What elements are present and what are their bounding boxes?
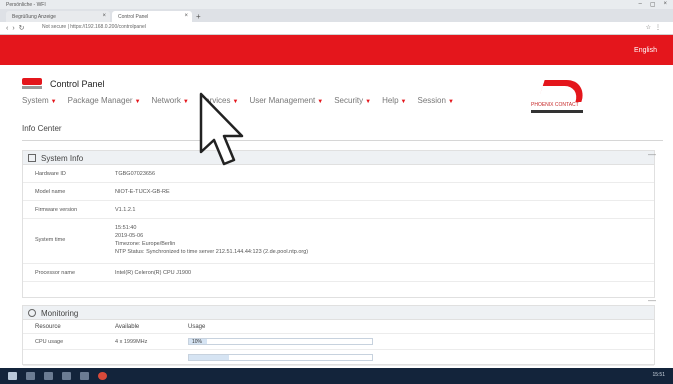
row-value: V1.1.2.1 <box>115 207 136 213</box>
browser-tab-bar: Begrüßung Anzeige × Control Panel × + <box>0 9 673 22</box>
divider <box>22 140 663 141</box>
caret-down-icon: ▼ <box>50 99 57 105</box>
menu-item-system[interactable]: System ▼ <box>22 96 57 105</box>
store-icon[interactable] <box>80 372 89 380</box>
menu-item-help[interactable]: Help ▼ <box>382 96 406 105</box>
monitoring-panel: Monitoring Resource Available Usage CPU … <box>22 305 655 366</box>
mouse-cursor-icon <box>199 92 244 166</box>
phoenix-contact-logo: PHOENIX CONTACT <box>531 80 591 120</box>
column-header: Available <box>115 324 140 330</box>
address-bar-row: ‹›↻ Not secure | https://192.168.0.200/c… <box>0 22 673 35</box>
menu-item-security[interactable]: Security ▼ <box>334 96 371 105</box>
table-row: Firmware version V1.1.2.1 <box>23 201 654 219</box>
browser-tab-1[interactable]: Begrüßung Anzeige × <box>6 11 110 22</box>
window-controls: – ▢ × <box>638 1 667 8</box>
tab-close-icon[interactable]: × <box>102 13 106 19</box>
row-label: Model name <box>35 189 66 195</box>
page-title: Info Center <box>22 124 62 133</box>
caret-down-icon: ▼ <box>317 99 324 105</box>
caret-down-icon: ▼ <box>365 99 372 105</box>
usage-bar <box>188 354 373 361</box>
windows-start-icon[interactable] <box>8 372 17 380</box>
menu-item-package-manager[interactable]: Package Manager ▼ <box>68 96 141 105</box>
resource-label: CPU usage <box>35 339 64 345</box>
app-title: Control Panel <box>50 79 105 89</box>
collapse-icon[interactable]: — <box>648 296 656 305</box>
tab-label: Control Panel <box>118 14 149 20</box>
list-icon <box>28 154 36 162</box>
taskbar-icons <box>8 372 107 380</box>
row-label: System time <box>35 237 66 243</box>
row-label: Processor name <box>35 270 76 276</box>
table-row: Processor name Intel(R) Celeron(R) CPU J… <box>23 264 654 282</box>
menu-item-network[interactable]: Network ▼ <box>152 96 189 105</box>
usage-bar: 10% <box>188 338 373 345</box>
system-info-panel: System Info Hardware ID TGBG07023656 Mod… <box>22 150 655 298</box>
row-label: Hardware ID <box>35 171 66 177</box>
maximize-icon[interactable]: ▢ <box>650 1 656 8</box>
row-value: NIOT-E-TIJCX-GB-RE <box>115 189 170 195</box>
collapse-icon[interactable]: — <box>648 150 656 159</box>
menu-item-session[interactable]: Session ▼ <box>417 96 453 105</box>
table-row: Hardware ID TGBG07023656 <box>23 165 654 183</box>
task-view-icon[interactable] <box>44 372 53 380</box>
os-title-bar: Persönliche - WFI – ▢ × <box>0 0 673 9</box>
usage-bar-fill <box>189 355 230 360</box>
table-row: Model name NIOT-E-TIJCX-GB-RE <box>23 183 654 201</box>
table-row <box>23 350 654 366</box>
address-field[interactable]: Not secure | https://192.168.0.200/contr… <box>42 24 602 33</box>
browser-menu-icons[interactable]: ☆⋮ <box>646 24 665 31</box>
panel-title: Monitoring <box>41 309 79 318</box>
table-row: CPU usage 4 x 1999MHz 10% <box>23 334 654 350</box>
panel-header[interactable]: System Info <box>23 151 654 165</box>
close-icon[interactable]: × <box>663 1 667 8</box>
tab-label: Begrüßung Anzeige <box>12 14 56 20</box>
caret-down-icon: ▼ <box>182 99 189 105</box>
available-value: 4 x 1999MHz <box>115 339 148 345</box>
file-explorer-icon[interactable] <box>62 372 71 380</box>
table-header: Resource Available Usage <box>23 320 654 334</box>
taskbar: 15:51 <box>0 368 673 384</box>
caret-down-icon: ▼ <box>447 99 454 105</box>
nav-buttons[interactable]: ‹›↻ <box>6 24 29 32</box>
panel-title: System Info <box>41 154 84 163</box>
column-header: Usage <box>188 324 206 330</box>
usage-percent: 10% <box>192 339 203 345</box>
panel-header[interactable]: Monitoring <box>23 306 654 320</box>
caret-down-icon: ▼ <box>134 99 141 105</box>
window-label: Persönliche - WFI <box>6 2 46 8</box>
new-tab-button[interactable]: + <box>196 12 201 21</box>
monitor-icon <box>28 309 36 317</box>
table-row: System time 15:51:40 2019-05-06 Timezone… <box>23 219 654 264</box>
browser-tab-2[interactable]: Control Panel × <box>112 11 192 22</box>
row-value: Intel(R) Celeron(R) CPU J1900 <box>115 270 192 276</box>
control-panel-logo-icon <box>22 78 42 90</box>
language-selector[interactable]: English <box>634 47 657 54</box>
system-clock[interactable]: 15:51 <box>652 372 665 378</box>
row-value: TGBG07023656 <box>115 171 156 177</box>
column-header: Resource <box>35 324 61 330</box>
chrome-icon[interactable] <box>98 372 107 380</box>
row-value: 15:51:40 2019-05-06 Timezone: Europe/Ber… <box>115 225 309 255</box>
search-icon[interactable] <box>26 372 35 380</box>
minimize-icon[interactable]: – <box>638 1 641 8</box>
row-label: Firmware version <box>35 207 78 213</box>
tab-close-icon[interactable]: × <box>184 13 188 19</box>
caret-down-icon: ▼ <box>400 99 407 105</box>
red-header-bar: English <box>0 35 673 65</box>
menu-item-user-management[interactable]: User Management ▼ <box>249 96 323 105</box>
brand: Control Panel <box>22 78 105 90</box>
